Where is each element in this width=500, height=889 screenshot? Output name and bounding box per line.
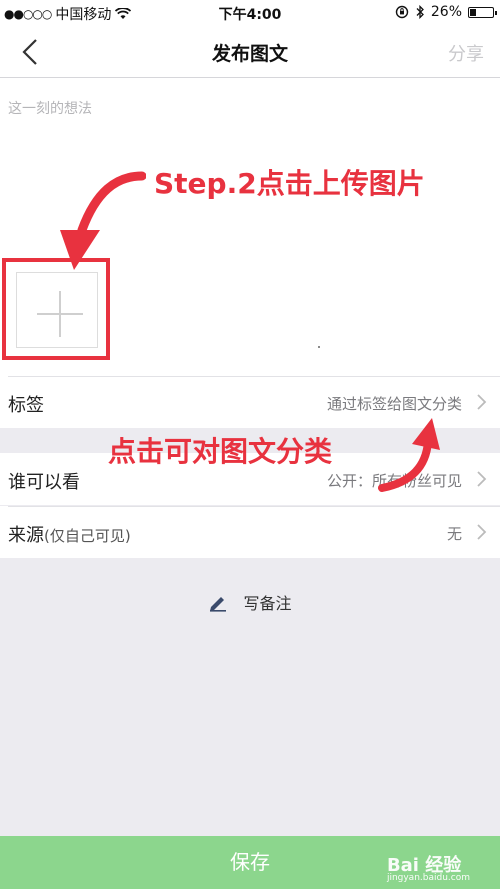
upload-image-slot[interactable] [16, 272, 98, 348]
chevron-right-icon [477, 524, 487, 540]
annotation-classify: 点击可对图文分类 [108, 435, 333, 468]
source-value: 无 [446, 525, 462, 543]
chevron-right-icon [477, 394, 487, 410]
source-row[interactable]: 来源(仅自己可见) 无 [0, 506, 500, 558]
tag-label: 标签 [8, 395, 44, 416]
pencil-icon [210, 597, 227, 612]
battery-fill [470, 8, 476, 16]
battery-percent: 26% [430, 4, 462, 20]
plus-icon [37, 291, 83, 337]
arrow-annotation-icon [378, 418, 440, 492]
write-note-label: 写备注 [243, 594, 292, 613]
arrow-annotation-icon [60, 171, 146, 270]
source-sublabel: (仅自己可见) [44, 527, 131, 545]
annotation-step2: Step.2点击上传图片 [154, 167, 425, 200]
battery-icon [468, 6, 497, 18]
row-divider [8, 506, 500, 507]
source-label: 来源(仅自己可见) [8, 521, 131, 547]
bluetooth-icon [416, 5, 424, 19]
page-title: 发布图文 [211, 43, 288, 65]
orientation-lock-icon [395, 5, 409, 19]
write-note-button[interactable]: 写备注 [0, 590, 500, 614]
visibility-label: 谁可以看 [8, 472, 80, 493]
cursor-dot [318, 346, 320, 348]
status-bar: ●●○○○ 中国移动 下午4:00 26% [0, 0, 500, 26]
watermark-url: jingyan.baidu.com [386, 873, 470, 883]
navigation-bar: 发布图文 分享 [0, 26, 500, 78]
thought-input-placeholder[interactable]: 这一刻的想法 [8, 98, 92, 118]
share-button[interactable]: 分享 [448, 40, 484, 66]
row-divider [8, 376, 500, 377]
status-right: 26% [395, 4, 497, 20]
tag-value: 通过标签给图文分类 [326, 395, 462, 413]
baidu-jingyan-watermark: Bai 经验 jingyan.baidu.com [387, 851, 470, 883]
chevron-right-icon [477, 471, 487, 487]
source-label-text: 来源 [8, 525, 44, 546]
